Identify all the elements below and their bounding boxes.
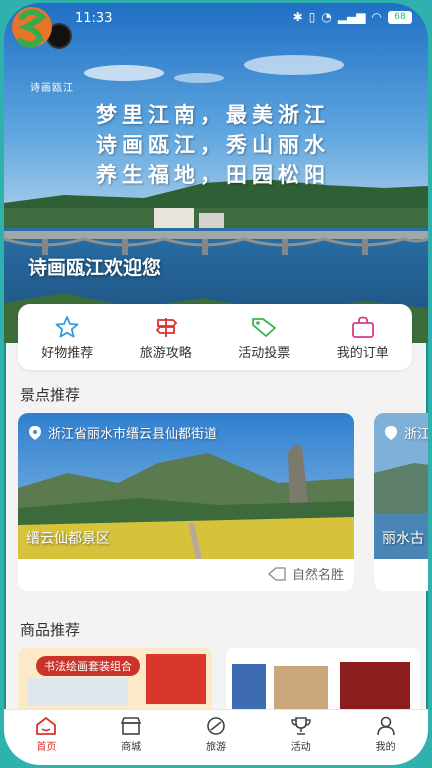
app-logo-icon <box>12 7 52 48</box>
star-icon <box>55 316 79 338</box>
trophy-icon <box>291 717 311 735</box>
spot-card[interactable]: 浙江省丽水市缙云县仙都街道 缙云仙都景区 自然名胜 <box>18 413 354 591</box>
nav-item-travel[interactable]: 旅游 <box>174 710 259 765</box>
signal-icon: ▂▄▆ <box>337 10 366 24</box>
quick-item-label: 我的订单 <box>336 346 389 361</box>
goods-banner-text: 书法绘画套装组合 <box>36 656 140 676</box>
slogan-line: 养生福地，田园松阳 <box>96 162 330 187</box>
quick-item-orders[interactable]: 我的订单 <box>314 304 413 370</box>
goods-image <box>340 662 410 712</box>
nav-label: 活动 <box>290 742 311 753</box>
spot-name: 丽水古 <box>382 531 424 547</box>
goods-image <box>274 666 328 712</box>
goods-image <box>232 664 266 712</box>
spot-location-text: 浙江省丽水市缙云县仙都街道 <box>48 427 218 442</box>
goods-card[interactable]: 书法绘画套装组合 <box>18 648 212 712</box>
quick-item-vote[interactable]: 活动投票 <box>215 304 314 370</box>
spot-tag: 自然名胜 <box>267 564 344 583</box>
spot-location-text: 浙江 <box>404 427 428 442</box>
goods-card[interactable] <box>226 648 420 712</box>
slogan-line: 梦里江南，最美浙江 <box>96 102 330 127</box>
spot-name: 缙云仙都景区 <box>26 531 110 547</box>
section-title-goods: 商品推荐 <box>20 621 81 639</box>
nav-label: 商城 <box>121 742 142 753</box>
quick-item-label: 旅游攻略 <box>139 346 192 361</box>
home-icon <box>36 717 57 735</box>
alarm-icon: ◔ <box>321 10 332 24</box>
nav-item-activity[interactable]: 活动 <box>258 710 343 765</box>
welcome-title: 诗画瓯江欢迎您 <box>28 257 162 279</box>
app-screen: 11:33 ✱ ▯ ◔ ▂▄▆ ◠ 68 诗画瓯江 梦里江南，最美浙江 诗画瓯江… <box>4 3 428 765</box>
tag-icon <box>252 318 277 337</box>
quick-item-recommend[interactable]: 好物推荐 <box>18 304 117 370</box>
spot-location: 浙江 <box>384 423 428 442</box>
shop-icon <box>121 717 142 735</box>
status-icons: ✱ ▯ ◔ ▂▄▆ ◠ 68 <box>293 10 412 24</box>
battery-icon: 68 <box>388 10 412 24</box>
nav-item-profile[interactable]: 我的 <box>343 710 428 765</box>
goods-carousel[interactable]: 书法绘画套装组合 <box>18 648 428 712</box>
spots-carousel[interactable]: 浙江省丽水市缙云县仙都街道 缙云仙都景区 自然名胜 浙江 丽水古 <box>18 413 428 591</box>
spot-tag-text: 自然名胜 <box>291 568 344 583</box>
slogan-line: 诗画瓯江，秀山丽水 <box>96 132 330 157</box>
nav-label: 首页 <box>36 742 57 753</box>
nav-item-shop[interactable]: 商城 <box>89 710 174 765</box>
wifi-icon: ◠ <box>371 10 382 24</box>
slogan: 梦里江南，最美浙江 诗画瓯江，秀山丽水 养生福地，田园松阳 <box>96 100 330 190</box>
quick-item-guide[interactable]: 旅游攻略 <box>117 304 216 370</box>
tag-outline-icon <box>267 566 286 581</box>
status-time: 11:33 <box>75 11 113 26</box>
signpost-icon <box>155 318 178 337</box>
nav-label: 旅游 <box>205 742 226 753</box>
user-icon <box>376 716 395 736</box>
location-pin-icon <box>385 425 397 440</box>
bag-icon <box>351 316 374 338</box>
goods-image <box>146 654 206 704</box>
section-title-spots: 景点推荐 <box>20 386 81 404</box>
bottom-nav: 首页 商城 旅游 活动 我的 <box>4 709 428 765</box>
nav-label: 我的 <box>375 742 396 753</box>
quick-item-label: 好物推荐 <box>41 346 94 361</box>
spot-card[interactable]: 浙江 丽水古 <box>374 413 428 591</box>
spot-location: 浙江省丽水市缙云县仙都街道 <box>28 423 217 442</box>
goods-image <box>28 678 128 706</box>
hero-banner: 11:33 ✱ ▯ ◔ ▂▄▆ ◠ 68 诗画瓯江 梦里江南，最美浙江 诗画瓯江… <box>4 3 428 343</box>
quick-actions: 好物推荐 旅游攻略 活动投票 我的订单 <box>18 304 412 370</box>
travel-icon <box>207 717 225 735</box>
vibrate-icon: ▯ <box>308 10 316 24</box>
nav-item-home[interactable]: 首页 <box>4 710 89 765</box>
location-pin-icon <box>29 425 41 440</box>
logo-text: 诗画瓯江 <box>30 83 74 94</box>
bluetooth-icon: ✱ <box>292 10 303 24</box>
quick-item-label: 活动投票 <box>238 346 291 361</box>
